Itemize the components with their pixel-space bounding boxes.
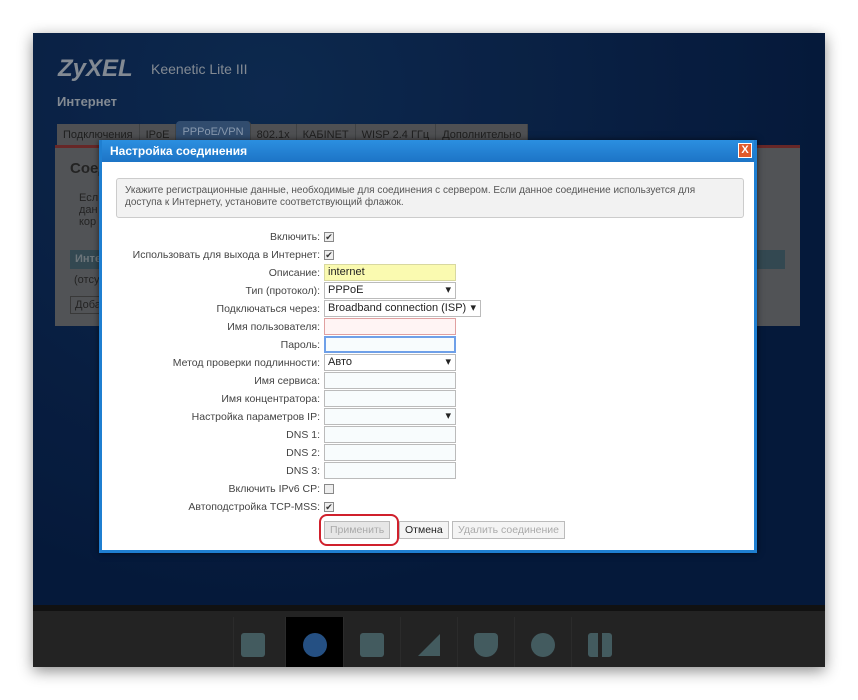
label: Настройка параметров IP: <box>191 410 320 423</box>
row-description: Описание: internet <box>102 264 456 281</box>
dns3-input[interactable] <box>324 462 456 479</box>
router-web-ui: ZyXEL Keenetic Lite III Интернет Подключ… <box>33 33 825 667</box>
label: DNS 1: <box>286 428 320 441</box>
cancel-button[interactable]: Отмена <box>399 521 449 539</box>
connect-via-select[interactable]: Broadband connection (ISP) <box>324 300 481 317</box>
label: Пароль: <box>280 338 320 351</box>
label: Метод проверки подлинности: <box>172 356 320 369</box>
service-name-input[interactable] <box>324 372 456 389</box>
row-auth: Метод проверки подлинности: Авто <box>102 354 456 371</box>
row-dns2: DNS 2: <box>102 444 456 461</box>
row-ipv6: Включить IPv6 CP: <box>102 480 334 497</box>
label: Включить IPv6 CP: <box>228 482 320 495</box>
close-icon[interactable]: X <box>738 143 752 158</box>
enable-checkbox[interactable]: ✔ <box>324 231 334 242</box>
label: Имя сервиса: <box>254 374 320 387</box>
label: Автоподстройка TCP-MSS: <box>188 500 320 513</box>
row-tcpmss: Автоподстройка TCP-MSS: ✔ <box>102 498 334 515</box>
use-internet-checkbox[interactable]: ✔ <box>324 249 334 260</box>
label: Имя концентратора: <box>221 392 320 405</box>
row-ip: Настройка параметров IP: <box>102 408 456 425</box>
tcpmss-checkbox[interactable]: ✔ <box>324 501 334 512</box>
label: Описание: <box>268 266 320 279</box>
dns2-input[interactable] <box>324 444 456 461</box>
apply-button[interactable]: Применить <box>324 521 391 539</box>
label: DNS 3: <box>286 464 320 477</box>
ipv6-checkbox[interactable] <box>324 483 334 494</box>
username-input[interactable] <box>324 318 456 335</box>
label: Тип (протокол): <box>245 284 320 297</box>
label: Включить: <box>269 230 320 243</box>
protocol-select[interactable]: PPPoE <box>324 282 456 299</box>
row-use-internet: Использовать для выхода в Интернет: ✔ <box>102 246 334 263</box>
dns1-input[interactable] <box>324 426 456 443</box>
password-input[interactable] <box>324 336 456 353</box>
ip-settings-select[interactable] <box>324 408 456 425</box>
description-input[interactable]: internet <box>324 264 456 281</box>
row-concentrator: Имя концентратора: <box>102 390 456 407</box>
delete-connection-button[interactable]: Удалить соединение <box>452 521 565 539</box>
label: Подключаться через: <box>216 302 320 315</box>
label: Имя пользователя: <box>227 320 320 333</box>
auth-method-select[interactable]: Авто <box>324 354 456 371</box>
connection-settings-dialog: Настройка соединения X Укажите регистрац… <box>99 140 757 553</box>
label: DNS 2: <box>286 446 320 459</box>
row-type: Тип (протокол): PPPoE <box>102 282 456 299</box>
row-dns1: DNS 1: <box>102 426 456 443</box>
concentrator-input[interactable] <box>324 390 456 407</box>
row-username: Имя пользователя: <box>102 318 456 335</box>
info-box: Укажите регистрационные данные, необходи… <box>116 178 744 218</box>
row-dns3: DNS 3: <box>102 462 456 479</box>
dialog-title: Настройка соединения <box>102 140 754 162</box>
row-enable: Включить: ✔ <box>102 228 334 245</box>
label: Использовать для выхода в Интернет: <box>132 248 320 261</box>
row-service: Имя сервиса: <box>102 372 456 389</box>
blank-area <box>515 343 571 405</box>
row-via: Подключаться через: Broadband connection … <box>102 300 481 317</box>
row-password: Пароль: <box>102 336 456 353</box>
